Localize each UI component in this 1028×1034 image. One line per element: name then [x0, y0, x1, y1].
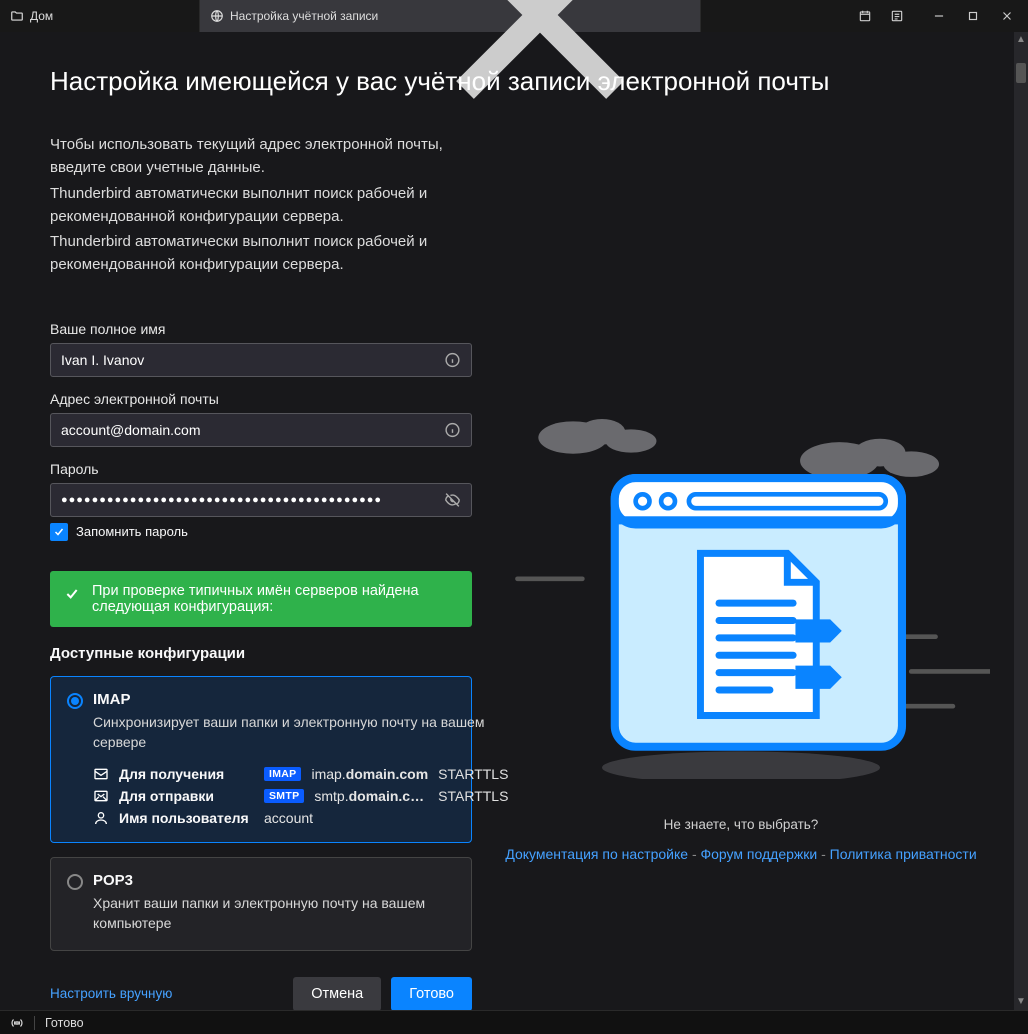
info-icon[interactable]: [444, 351, 461, 369]
done-button[interactable]: Готово: [391, 977, 472, 1010]
name-label: Ваше полное имя: [50, 321, 472, 337]
check-icon: [64, 586, 80, 602]
password-input-wrap[interactable]: [50, 483, 472, 517]
radio-pop3[interactable]: [67, 874, 83, 890]
tab-home-label: Дом: [30, 9, 53, 23]
calendar-icon[interactable]: [858, 9, 872, 23]
imap-desc: Синхронизирует ваши папки и электронную …: [93, 712, 508, 753]
imap-incoming-row: Для получения IMAP imap.domain.com START…: [93, 766, 508, 782]
scroll-down-icon[interactable]: ▼: [1015, 996, 1027, 1008]
page-title: Настройка имеющейся у вас учётной записи…: [50, 66, 1028, 97]
email-input-wrap[interactable]: [50, 413, 472, 447]
name-input[interactable]: [61, 352, 438, 368]
pop3-desc: Хранит ваши папки и электронную почту на…: [93, 893, 455, 934]
password-label: Пароль: [50, 461, 472, 477]
tab-account-setup[interactable]: Настройка учётной записи: [200, 0, 701, 32]
email-label: Адрес электронной почты: [50, 391, 472, 407]
window-close-icon[interactable]: [1000, 9, 1014, 23]
cancel-button[interactable]: Отмена: [293, 977, 381, 1010]
scrollbar-thumb[interactable]: [1016, 63, 1026, 83]
remember-checkbox[interactable]: [50, 523, 68, 541]
tab-setup-label: Настройка учётной записи: [230, 9, 378, 23]
configs-title: Доступные конфигурации: [50, 645, 472, 662]
remember-label: Запомнить пароль: [76, 524, 188, 539]
folder-icon: [10, 9, 24, 23]
globe-icon: [210, 9, 224, 23]
name-input-wrap[interactable]: [50, 343, 472, 377]
imap-username-row: Имя пользователя account: [93, 810, 508, 826]
user-icon: [93, 810, 109, 826]
config-pop3[interactable]: POP3 Хранит ваши папки и электронную поч…: [50, 857, 472, 951]
maximize-icon[interactable]: [966, 9, 980, 23]
window-controls: [912, 0, 1028, 32]
main-area: ▲ ▼ Настройка имеющейся у вас учётной за…: [0, 32, 1028, 1010]
titlebar-tools: [858, 0, 912, 32]
pop3-title: POP3: [93, 872, 455, 889]
help-links: Документация по настройке - Форум поддер…: [492, 846, 990, 862]
send-icon: [93, 788, 109, 804]
link-privacy[interactable]: Политика приватности: [830, 846, 977, 862]
link-forum[interactable]: Форум поддержки: [701, 846, 818, 862]
tasks-icon[interactable]: [890, 9, 904, 23]
radio-imap[interactable]: [67, 693, 83, 709]
titlebar: Дом Настройка учётной записи: [0, 0, 1028, 32]
minimize-icon[interactable]: [932, 9, 946, 23]
eye-off-icon[interactable]: [444, 491, 461, 509]
illustration: [492, 397, 990, 779]
statusbar: Готово: [0, 1010, 1028, 1034]
imap-outgoing-row: Для отправки SMTP smtp.domain.c… STARTTL…: [93, 788, 508, 804]
help-question: Не знаете, что выбрать?: [492, 817, 990, 832]
scroll-up-icon[interactable]: ▲: [1015, 34, 1027, 46]
status-text: Готово: [45, 1016, 84, 1030]
inbox-icon: [93, 766, 109, 782]
scrollbar[interactable]: ▲ ▼: [1014, 32, 1028, 1010]
tab-home[interactable]: Дом: [0, 0, 200, 32]
success-alert: При проверке типичных имён серверов найд…: [50, 571, 472, 627]
email-input[interactable]: [61, 422, 438, 438]
intro-text: Чтобы использовать текущий адрес электро…: [50, 133, 472, 277]
config-imap[interactable]: IMAP Синхронизирует ваши папки и электро…: [50, 676, 472, 844]
manual-config-link[interactable]: Настроить вручную: [50, 986, 172, 1001]
connection-icon[interactable]: [10, 1016, 24, 1030]
info-icon[interactable]: [444, 421, 461, 439]
imap-title: IMAP: [93, 691, 508, 708]
password-input[interactable]: [61, 494, 438, 506]
link-doc[interactable]: Документация по настройке: [505, 846, 688, 862]
